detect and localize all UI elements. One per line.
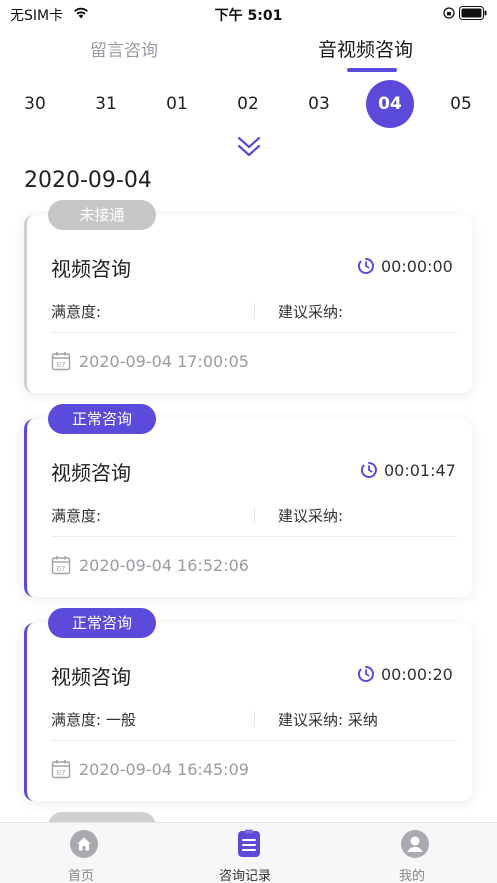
date-item[interactable]: 30: [11, 92, 59, 116]
user-icon[interactable]: [400, 829, 430, 859]
satisfaction-label: 满意度: 一般: [51, 711, 136, 729]
date-item[interactable]: 01: [153, 92, 201, 116]
status-badge: 正常咨询: [48, 608, 156, 638]
svg-text:07: 07: [57, 769, 66, 777]
card-title: 视频咨询: [51, 257, 131, 281]
divider: [254, 303, 255, 319]
calendar-icon: 07: [51, 760, 71, 779]
divider: [254, 507, 255, 523]
calendar-icon: 07: [51, 352, 71, 371]
consult-record-card[interactable]: 视频咨询 00:01:47 满意度: 建议采纳: 07 2020-09-04 1…: [24, 419, 472, 597]
consult-datetime: 2020-09-04 16:52:06: [79, 556, 249, 575]
date-item[interactable]: 03: [295, 92, 343, 116]
date-item[interactable]: 02: [224, 92, 272, 116]
suggestion-label: 建议采纳:: [278, 303, 344, 321]
lock-rotation-icon: [443, 7, 455, 19]
clock-icon: [357, 666, 374, 682]
call-duration: 00:01:47: [384, 461, 456, 480]
status-bar: 无SIM卡 下午 5:01: [0, 0, 497, 28]
suggestion-label: 建议采纳:: [278, 507, 344, 525]
suggestion-label: 建议采纳: 采纳: [278, 711, 378, 729]
tab-active-indicator: [347, 68, 397, 72]
battery-icon: [459, 6, 487, 20]
calendar-icon: 07: [51, 556, 71, 575]
chevron-double-down-icon[interactable]: [236, 135, 262, 159]
card-title: 视频咨询: [51, 461, 131, 485]
tab-message-consult[interactable]: 留言咨询: [90, 36, 158, 61]
svg-text:07: 07: [57, 361, 66, 369]
satisfaction-label: 满意度:: [51, 303, 102, 321]
card-title: 视频咨询: [51, 665, 131, 689]
clock-icon: [360, 462, 377, 478]
consult-datetime: 2020-09-04 16:45:09: [79, 760, 249, 779]
tab-av-consult[interactable]: 音视频咨询: [318, 35, 413, 62]
divider: [51, 536, 457, 537]
clock-time: 下午 5:01: [214, 8, 283, 24]
date-item[interactable]: 31: [82, 92, 130, 116]
records-icon[interactable]: [234, 829, 264, 859]
status-badge: 正常咨询: [48, 404, 156, 434]
divider: [51, 332, 457, 333]
call-duration: 00:00:20: [381, 665, 453, 684]
consult-datetime: 2020-09-04 17:00:05: [79, 352, 249, 371]
divider: [254, 711, 255, 727]
clock-icon: [357, 258, 374, 274]
tab-home[interactable]: 首页: [68, 865, 94, 883]
satisfaction-label: 满意度:: [51, 507, 102, 525]
svg-text:07: 07: [57, 565, 66, 573]
bottom-tab-bar: 首页 咨询记录 我的: [0, 822, 497, 883]
status-badge: 未接通: [48, 200, 156, 230]
consult-record-card[interactable]: 视频咨询 00:00:20 满意度: 一般 建议采纳: 采纳 07 2020-0…: [24, 623, 472, 801]
date-item-selected[interactable]: 04: [366, 80, 414, 128]
tab-records[interactable]: 咨询记录: [219, 865, 271, 883]
home-icon[interactable]: [69, 829, 99, 859]
divider: [51, 740, 457, 741]
date-item[interactable]: 05: [437, 92, 485, 116]
consult-record-card[interactable]: 视频咨询 00:00:00 满意度: 建议采纳: 07 2020-09-04 1…: [24, 215, 472, 393]
day-title: 2020-09-04: [24, 168, 152, 193]
tab-mine[interactable]: 我的: [399, 865, 425, 883]
call-duration: 00:00:00: [381, 257, 453, 276]
